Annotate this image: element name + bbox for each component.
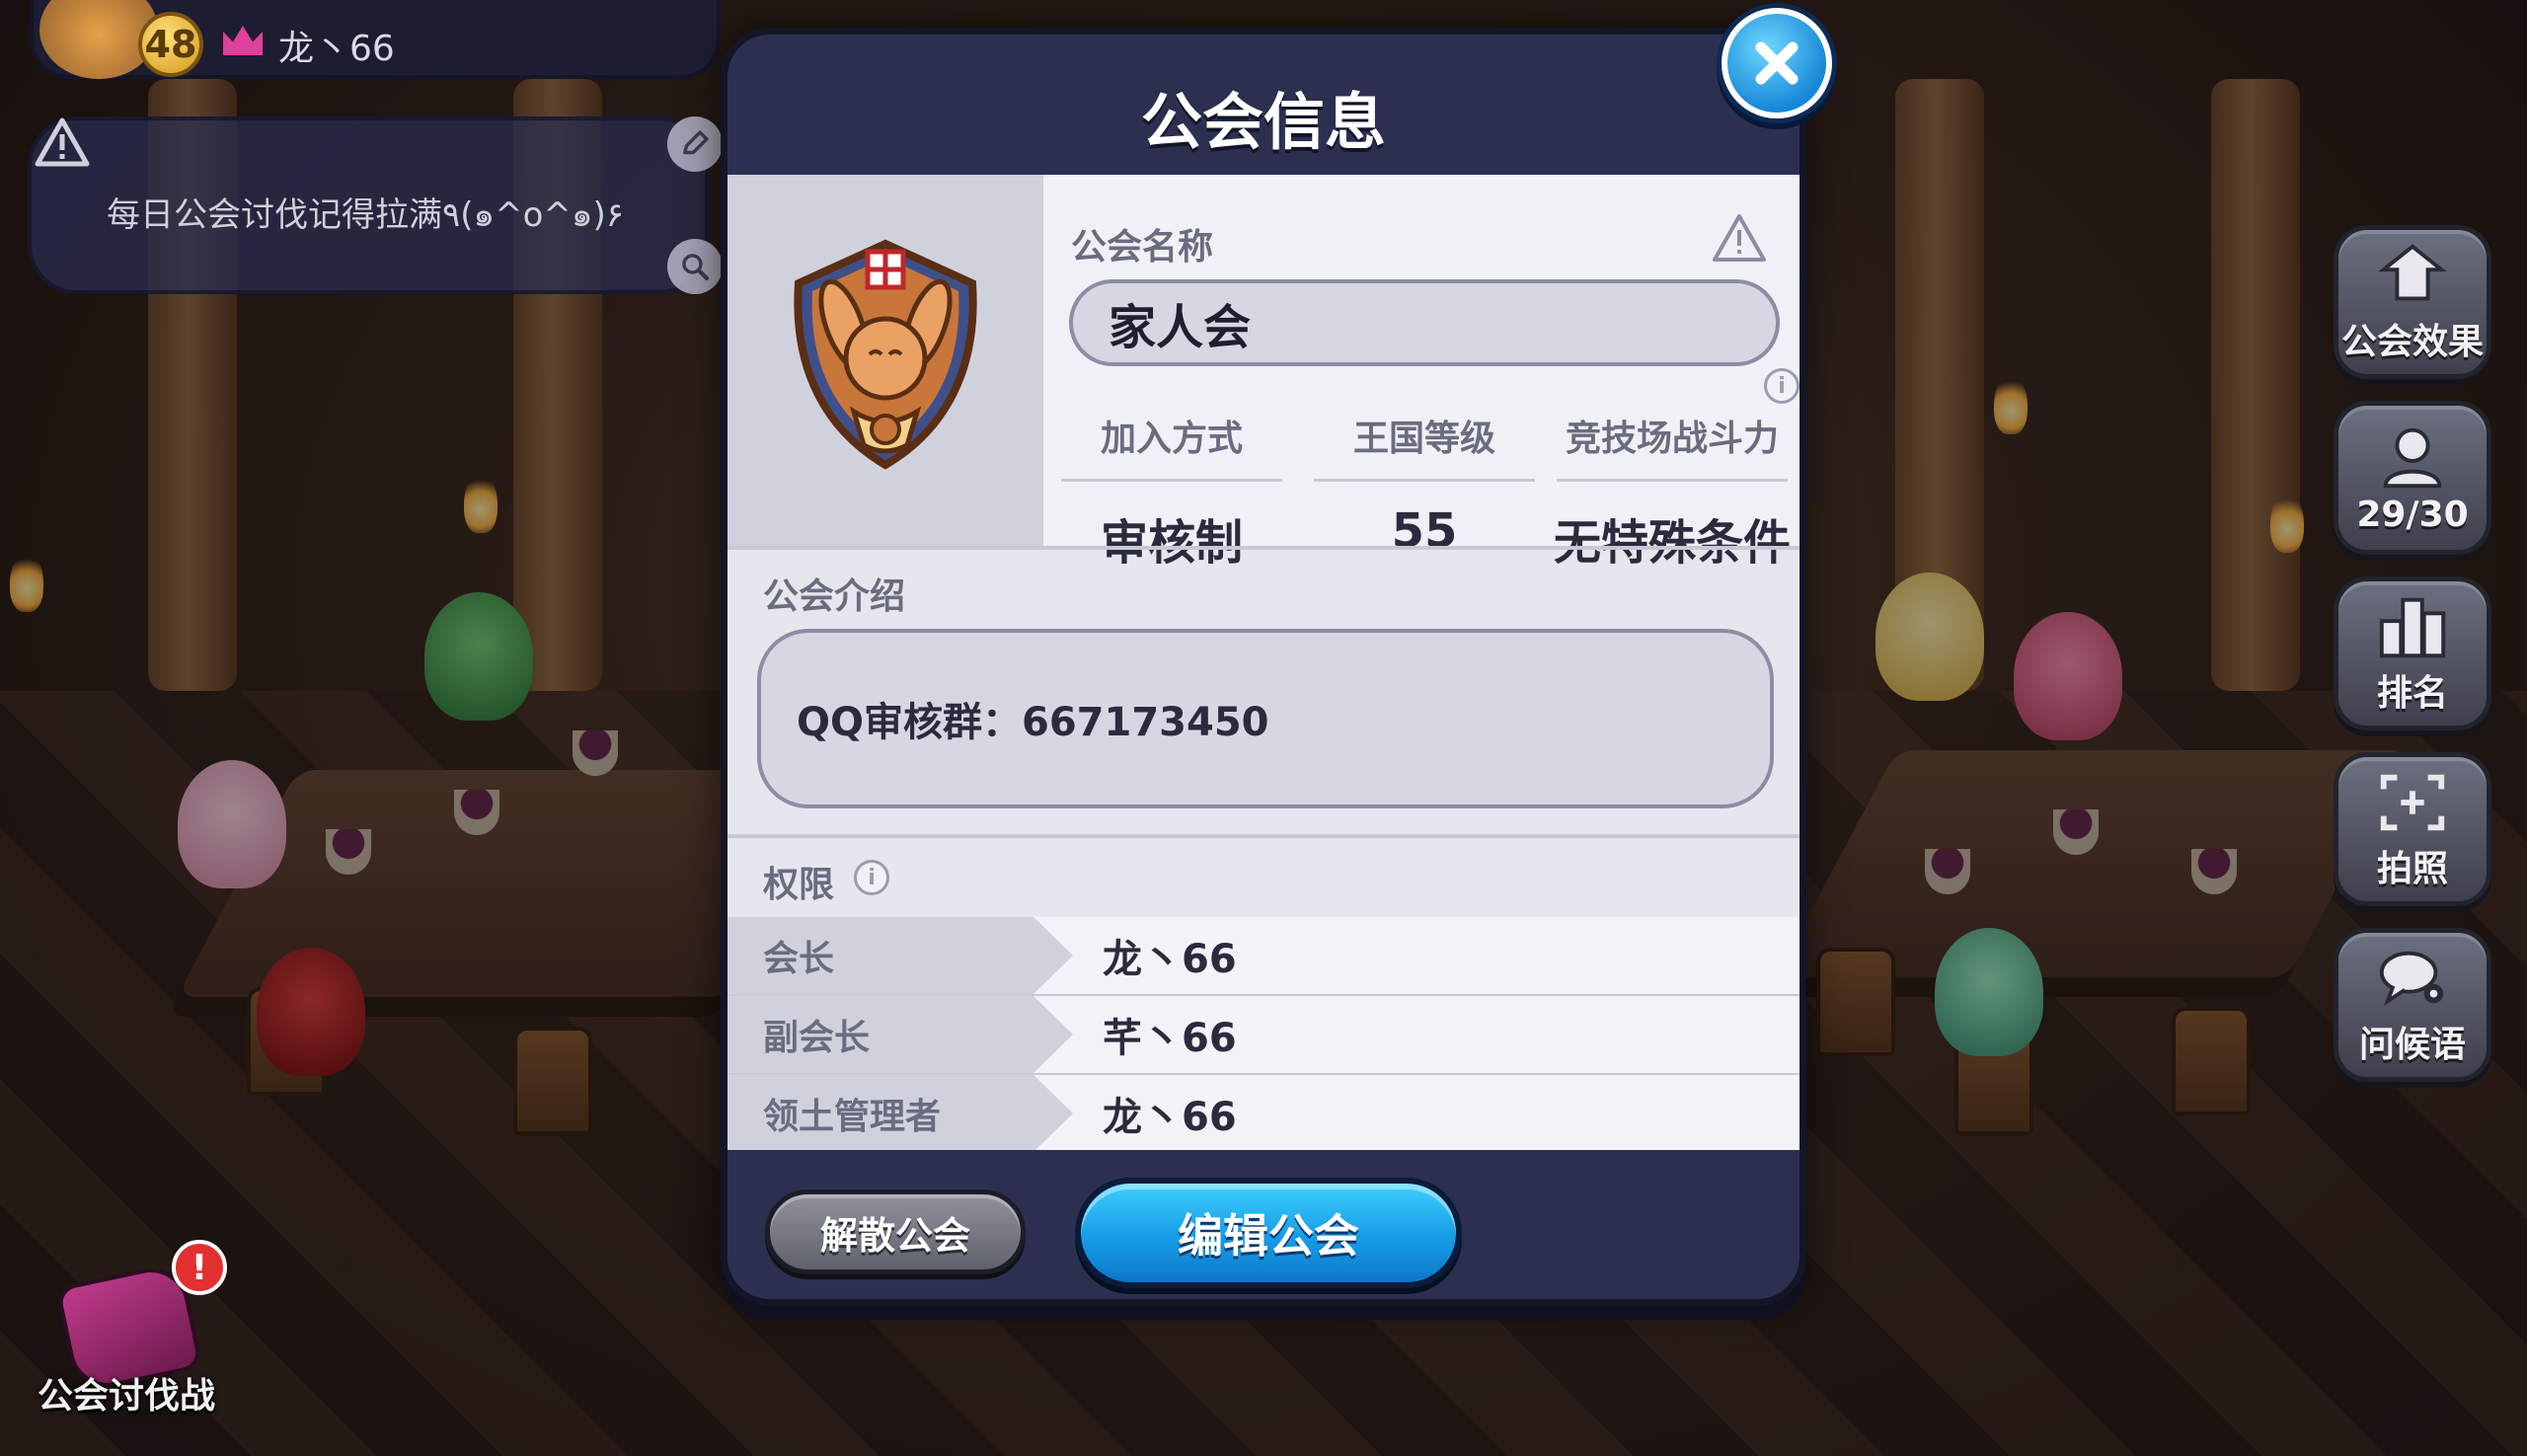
guild-emblem-icon xyxy=(794,239,977,470)
modal-title: 公会信息 xyxy=(1140,86,1386,158)
ranking-label: 排名 xyxy=(2376,673,2448,714)
divider xyxy=(1061,479,1282,482)
pencil-icon xyxy=(683,130,709,155)
ranking-button[interactable]: 排名 xyxy=(2334,576,2491,730)
permission-row: 领土管理者 龙丶66 xyxy=(727,1075,1800,1152)
info-icon[interactable]: i xyxy=(1764,368,1800,404)
camera-label: 拍照 xyxy=(2376,849,2448,889)
role-holder: 龙丶66 xyxy=(1103,937,1237,982)
edit-notice-button[interactable] xyxy=(667,116,723,172)
guild-effect-icon xyxy=(2378,244,2447,301)
role-label: 副会长 xyxy=(727,996,1073,1073)
stat-label: 加入方式 xyxy=(1100,419,1243,459)
greeting-icon xyxy=(2379,951,2444,1007)
section-divider xyxy=(727,834,1800,838)
warning-icon xyxy=(34,116,91,168)
role-holder: 芊丶66 xyxy=(1103,1016,1237,1061)
camera-icon xyxy=(2380,774,2445,831)
role-holder: 龙丶66 xyxy=(1103,1095,1237,1140)
info-icon[interactable]: i xyxy=(854,860,889,895)
stat-value: 审核制 xyxy=(1100,515,1243,571)
role-label: 会长 xyxy=(727,917,1073,994)
guild-name-field: 家人会 xyxy=(1069,279,1780,366)
divider xyxy=(1557,479,1788,482)
guild-name-label: 公会名称 xyxy=(1071,227,1214,268)
stat-kingdom-level: 王国等级 55 xyxy=(1306,388,1543,559)
stat-arena-power: 竞技场战斗力 无特殊条件 xyxy=(1549,388,1796,571)
permission-row: 会长 龙丶66 xyxy=(727,917,1800,994)
guild-info-panel: 公会名称 家人会 加入方式 审核制 王国等级 55 竞技场战斗力 无特殊条件 i xyxy=(1043,175,1800,571)
guild-notice-text: 每日公会讨伐记得拉满٩(๑^o^๑)۶ xyxy=(107,195,624,235)
ranking-icon xyxy=(2379,597,2446,658)
guild-info-modal: 公会信息 公会名称 家人会 加入方式 审核制 王国等级 55 竞技场战斗力 无特… xyxy=(721,28,1806,1306)
guild-emblem-panel xyxy=(727,175,1043,546)
guild-effect-button[interactable]: 公会效果 xyxy=(2334,225,2491,379)
section-divider xyxy=(727,546,1800,550)
guild-intro-label: 公会介绍 xyxy=(763,576,906,617)
player-level-badge: 48 xyxy=(138,12,203,77)
stat-label: 王国等级 xyxy=(1352,419,1495,459)
permissions-label: 权限 xyxy=(763,865,835,905)
divider xyxy=(1314,479,1535,482)
members-icon xyxy=(2383,427,2442,488)
members-count: 29/30 xyxy=(2356,494,2469,535)
stat-join-method: 加入方式 审核制 xyxy=(1053,388,1290,571)
guild-effect-label: 公会效果 xyxy=(2340,322,2484,362)
role-label: 领土管理者 xyxy=(727,1075,1073,1152)
camera-button[interactable]: 拍照 xyxy=(2334,752,2491,906)
player-name: 龙丶66 xyxy=(278,29,395,69)
stat-value: 无特殊条件 xyxy=(1553,515,1791,571)
members-button[interactable]: 29/30 xyxy=(2334,401,2491,555)
modal-footer: 解散公会 编辑公会 xyxy=(727,1150,1800,1299)
stat-value: 55 xyxy=(1391,503,1458,559)
greeting-button[interactable]: 问候语 xyxy=(2334,928,2491,1082)
guild-raid-label[interactable]: 公会讨伐战 xyxy=(38,1367,215,1418)
greeting-label: 问候语 xyxy=(2358,1025,2466,1065)
disband-guild-button[interactable]: 解散公会 xyxy=(765,1189,1026,1274)
close-icon xyxy=(1755,41,1799,85)
report-warning-icon[interactable] xyxy=(1711,212,1768,266)
permission-row: 副会长 芊丶66 xyxy=(727,996,1800,1073)
guild-intro-field: QQ审核群：667173450 xyxy=(757,629,1774,808)
search-icon xyxy=(682,254,710,281)
edit-guild-button[interactable]: 编辑公会 xyxy=(1075,1178,1462,1288)
modal-body: 公会名称 家人会 加入方式 审核制 王国等级 55 竞技场战斗力 无特殊条件 i xyxy=(727,175,1800,1152)
close-modal-button[interactable] xyxy=(1722,8,1832,118)
alert-badge: ! xyxy=(172,1240,227,1295)
stat-label: 竞技场战斗力 xyxy=(1565,419,1779,459)
search-button[interactable] xyxy=(667,239,723,294)
